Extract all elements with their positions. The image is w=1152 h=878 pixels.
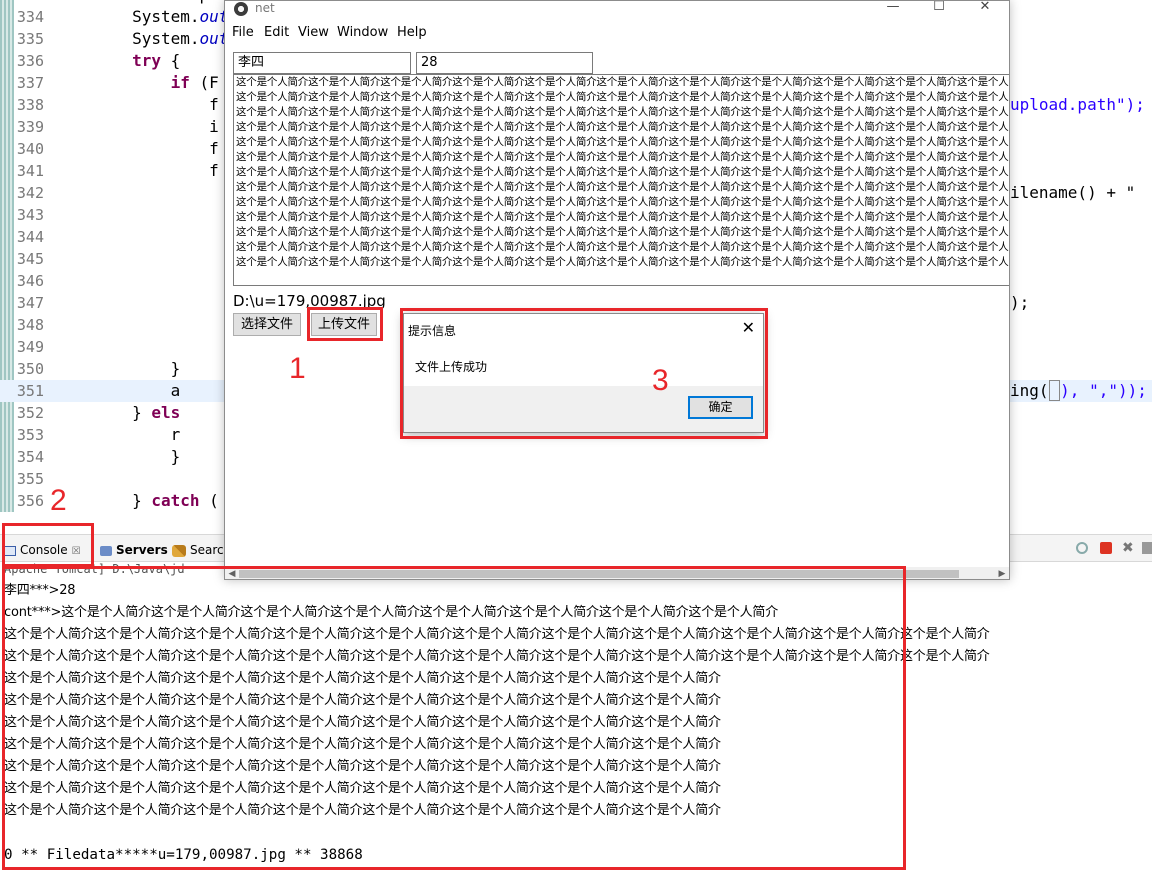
annotation-box-dialog xyxy=(400,308,768,439)
line-number: 340 xyxy=(16,140,44,158)
intro-text-line: 这个是个人简介这个是个人简介这个是个人简介这个是个人简介这个是个人简介这个是个人… xyxy=(236,166,1009,178)
line-number: 352 xyxy=(16,404,44,422)
intro-text-line: 这个是个人简介这个是个人简介这个是个人简介这个是个人简介这个是个人简介这个是个人… xyxy=(236,211,1009,223)
line-number: 342 xyxy=(16,184,44,202)
intro-text-line: 这个是个人简介这个是个人简介这个是个人简介这个是个人简介这个是个人简介这个是个人… xyxy=(236,76,1009,88)
code-text: System.out xyxy=(55,29,229,48)
line-number: 351 xyxy=(16,382,44,400)
intro-text-line: 这个是个人简介这个是个人简介这个是个人简介这个是个人简介这个是个人简介这个是个人… xyxy=(236,256,1009,268)
annotation-box-console xyxy=(2,566,906,870)
line-number: 338 xyxy=(16,96,44,114)
app-window: net — ☐ ✕ File Edit View Window Help 李四 … xyxy=(224,0,1010,580)
code-text: } xyxy=(55,447,181,466)
search-icon xyxy=(172,544,186,557)
intro-text-line: 这个是个人简介这个是个人简介这个是个人简介这个是个人简介这个是个人简介这个是个人… xyxy=(236,121,1009,133)
tab-servers[interactable]: Servers xyxy=(100,539,168,561)
intro-text-line: 这个是个人简介这个是个人简介这个是个人简介这个是个人简介这个是个人简介这个是个人… xyxy=(236,226,1009,238)
line-number: 336 xyxy=(16,52,44,70)
code-text: } xyxy=(55,359,181,378)
age-input[interactable]: 28 xyxy=(416,52,593,74)
annotation-number-3: 3 xyxy=(652,364,669,397)
menu-file[interactable]: File xyxy=(232,25,254,41)
code-fragment: ilename() + " xyxy=(1010,183,1136,202)
menu-window[interactable]: Window xyxy=(337,25,388,41)
code-text: a xyxy=(55,381,181,400)
code-text: f xyxy=(55,95,219,114)
window-title: net xyxy=(255,1,275,15)
name-input[interactable]: 李四 xyxy=(233,52,411,74)
code-text: f xyxy=(55,161,219,180)
code-text: } catch ( xyxy=(55,491,219,510)
code-fragment: ing( ), ",")); xyxy=(1010,380,1147,401)
intro-text-line: 这个是个人简介这个是个人简介这个是个人简介这个是个人简介这个是个人简介这个是个人… xyxy=(236,241,1009,253)
annotation-box-upload xyxy=(307,307,383,341)
line-number: 354 xyxy=(16,448,44,466)
tab-search[interactable]: Searc xyxy=(172,539,224,561)
intro-textarea[interactable]: 这个是个人简介这个是个人简介这个是个人简介这个是个人简介这个是个人简介这个是个人… xyxy=(233,74,1009,286)
pin-console-icon[interactable] xyxy=(1076,542,1088,554)
intro-text-line: 这个是个人简介这个是个人简介这个是个人简介这个是个人简介这个是个人简介这个是个人… xyxy=(236,151,1009,163)
minimize-button[interactable]: — xyxy=(871,1,915,17)
line-number: 355 xyxy=(16,470,44,488)
code-text: f xyxy=(55,139,219,158)
line-number: 334 xyxy=(16,8,44,26)
line-number: 350 xyxy=(16,360,44,378)
code-text: try { xyxy=(132,51,181,70)
terminate-icon[interactable] xyxy=(1100,542,1112,554)
servers-icon xyxy=(100,545,112,556)
code-fragment: ); xyxy=(1010,293,1030,312)
annotation-box-console-tab xyxy=(2,523,94,567)
line-number: 343 xyxy=(16,206,44,224)
line-number: 337 xyxy=(16,74,44,92)
line-number: 344 xyxy=(16,228,44,246)
tab-servers-label: Servers xyxy=(116,543,168,557)
line-number: 353 xyxy=(16,426,44,444)
code-text: System.out xyxy=(55,7,229,26)
menu-view[interactable]: View xyxy=(298,25,329,41)
annotation-number-2: 2 xyxy=(50,484,67,517)
app-icon xyxy=(234,2,248,16)
title-bar[interactable]: net — ☐ ✕ xyxy=(225,1,1009,17)
line-number: 347 xyxy=(16,294,44,312)
menu-help[interactable]: Help xyxy=(397,25,427,41)
line-number: 345 xyxy=(16,250,44,268)
intro-text-line: 这个是个人简介这个是个人简介这个是个人简介这个是个人简介这个是个人简介这个是个人… xyxy=(236,136,1009,148)
close-button[interactable]: ✕ xyxy=(963,1,1007,17)
scroll-right-icon[interactable]: ▶ xyxy=(995,567,1009,579)
remove-all-icon[interactable] xyxy=(1142,542,1152,554)
intro-text-line: 这个是个人简介这个是个人简介这个是个人简介这个是个人简介这个是个人简介这个是个人… xyxy=(236,91,1009,103)
remove-launch-icon[interactable]: ✖ xyxy=(1122,541,1134,555)
line-number: 339 xyxy=(16,118,44,136)
intro-text-line: 这个是个人简介这个是个人简介这个是个人简介这个是个人简介这个是个人简介这个是个人… xyxy=(236,181,1009,193)
code-text: r xyxy=(55,425,181,444)
intro-text-line: 这个是个人简介这个是个人简介这个是个人简介这个是个人简介这个是个人简介这个是个人… xyxy=(236,196,1009,208)
code-text: } els xyxy=(55,403,181,422)
line-number: 349 xyxy=(16,338,44,356)
code-text: i xyxy=(55,117,219,136)
line-number: 341 xyxy=(16,162,44,180)
menu-edit[interactable]: Edit xyxy=(264,25,289,41)
line-number: 346 xyxy=(16,272,44,290)
intro-text-line: 这个是个人简介这个是个人简介这个是个人简介这个是个人简介这个是个人简介这个是个人… xyxy=(236,106,1009,118)
choose-file-button[interactable]: 选择文件 xyxy=(233,313,301,336)
tab-search-label: Searc xyxy=(190,543,224,557)
annotation-number-1: 1 xyxy=(289,352,306,385)
line-number: 348 xyxy=(16,316,44,334)
line-number: 335 xyxy=(16,30,44,48)
line-number: 356 xyxy=(16,492,44,510)
maximize-button[interactable]: ☐ xyxy=(917,1,961,17)
code-fragment: upload.path"); xyxy=(1010,95,1145,114)
menu-bar: File Edit View Window Help xyxy=(225,23,1009,43)
code-text: if (F xyxy=(170,73,219,92)
